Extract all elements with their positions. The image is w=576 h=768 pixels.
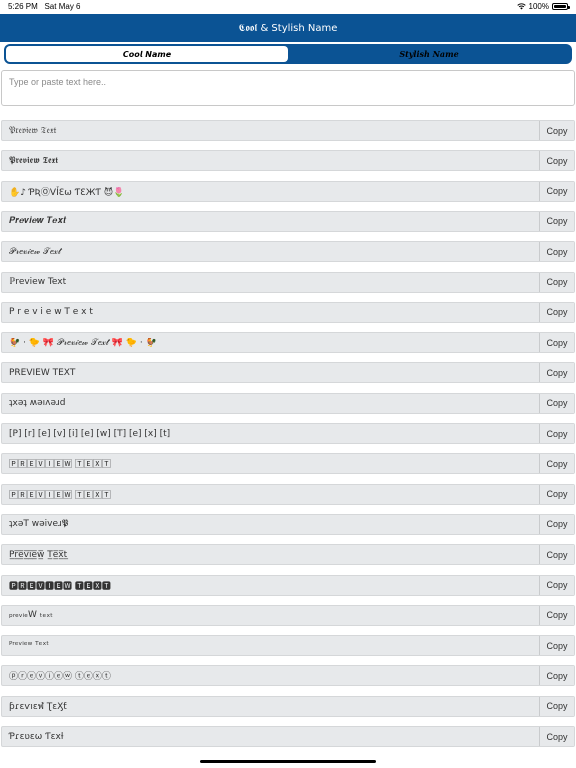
preview-text: [P] [r] [e] [v] [i] [e] [w] [T] [e] [x] …	[9, 428, 171, 439]
style-row: ✋♪ ƤƦⓄVỈƐω ƬƐЖƬ 😈🌷 Copy	[1, 180, 575, 202]
preview-text: P r e v i e w T e x t	[9, 307, 93, 318]
preview-text: ₚᵣₑᵥᵢₑW ₜₑₓₜ	[9, 610, 53, 621]
copy-button[interactable]: Copy	[539, 545, 574, 565]
preview-text: 𝑷𝒓𝒆𝒗𝒊𝒆𝒘 𝑻𝒆𝒙𝒕	[9, 216, 67, 227]
style-row: [P] [r] [e] [v] [i] [e] [w] [T] [e] [x] …	[1, 423, 575, 444]
copy-button[interactable]: Copy	[539, 696, 574, 716]
segmented-control: 𝘾𝙤𝙤𝙡 𝙉𝙖𝙢𝙚 𝑺𝒕𝒚𝒍𝒊𝒔𝒉 𝑵𝒂𝒎𝒆	[4, 44, 572, 64]
copy-button[interactable]: Copy	[539, 514, 574, 534]
style-row: 𝔓𝔯𝔢𝔳𝔦𝔢𝔴 𝔗𝔢𝔵𝔱 Copy	[1, 120, 575, 141]
copy-button[interactable]: Copy	[539, 424, 574, 443]
preview-text: ℙreview Text	[9, 277, 67, 287]
style-row: P r e v i e w T e x t Copy	[1, 301, 575, 323]
preview-text: 🄿🅁🄴🅅🄸🄴🅆 🅃🄴🅇🅃	[9, 490, 111, 501]
preview-text: ✋♪ ƤƦⓄVỈƐω ƬƐЖƬ 😈🌷	[9, 187, 125, 198]
copy-button[interactable]: Copy	[539, 575, 574, 595]
style-row: PREVIEW TEXT Copy	[1, 362, 575, 384]
preview-text: ᴾʳᵉᵛⁱᵉʷ ᵀᵉˣᵗ	[9, 640, 49, 651]
preview-text: ʇxǝT wǝiv𝖾ɹ𝕻	[9, 519, 69, 530]
text-input[interactable]: Type or paste text here..	[1, 70, 575, 106]
style-row: Ƥɾɛʋɛω Ƭɛxƚ Copy	[1, 726, 575, 747]
style-row: ƥɾɛѵıɛฬ ƮɛӼƭ Copy	[1, 695, 575, 717]
home-indicator	[200, 760, 376, 763]
status-indicators: 100%	[516, 2, 570, 11]
tab-cool-name[interactable]: 𝘾𝙤𝙤𝙡 𝙉𝙖𝙢𝙚	[6, 46, 288, 62]
status-bar: 5:26 PM Sat May 6 100%	[0, 0, 576, 14]
battery-icon	[552, 3, 570, 10]
copy-button[interactable]: Copy	[539, 636, 574, 656]
status-time: 5:26 PM	[8, 2, 38, 11]
copy-button[interactable]: Copy	[539, 393, 574, 413]
copy-button[interactable]: Copy	[539, 272, 574, 292]
copy-button[interactable]: Copy	[539, 333, 574, 353]
wifi-icon	[516, 3, 526, 10]
style-row: ℙreview Text Copy	[1, 271, 575, 293]
copy-button[interactable]: Copy	[539, 605, 574, 625]
copy-button[interactable]: Copy	[539, 121, 574, 140]
preview-text: 🅿🆁🅴🆅🅸🅴🆆 🆃🅴🆇🆃	[9, 581, 111, 592]
copy-button[interactable]: Copy	[539, 484, 574, 504]
copy-button[interactable]: Copy	[539, 242, 574, 262]
status-date: Sat May 6	[44, 2, 81, 11]
copy-button[interactable]: Copy	[539, 363, 574, 383]
preview-text: 🄿🅁🄴🅅🄸🄴🅆 🅃🄴🅇🅃	[9, 460, 111, 471]
style-row: 🅿🆁🅴🆅🅸🅴🆆 🆃🅴🆇🆃 Copy	[1, 574, 575, 596]
battery-percent: 100%	[528, 2, 549, 11]
nav-bar: 𝕮𝖔𝖔𝖑 & Stylish Name	[0, 14, 576, 42]
preview-text: 𝕻𝖗𝖊𝖛𝖎𝖊𝖜 𝕿𝖊𝖝𝖙	[9, 155, 58, 166]
preview-text: 🐓 · 🐤 🎀 𝒫𝓇𝑒𝓋𝒾𝑒𝓌 𝒯𝑒𝓍𝓉 🎀 🐤 · 🐓	[9, 337, 157, 348]
style-row: 𝑷𝒓𝒆𝒗𝒊𝒆𝒘 𝑻𝒆𝒙𝒕 Copy	[1, 210, 575, 232]
preview-text: ʇxǝʇ ʍǝıʌǝɹd	[9, 398, 66, 409]
copy-button[interactable]: Copy	[539, 151, 574, 171]
copy-button[interactable]: Copy	[539, 666, 574, 686]
status-time-date: 5:26 PM Sat May 6	[8, 2, 80, 11]
preview-text: Ƥɾɛʋɛω Ƭɛxƚ	[9, 731, 64, 742]
battery-fill	[554, 5, 566, 8]
nav-title: 𝕮𝖔𝖔𝖑 & Stylish Name	[238, 22, 338, 34]
preview-text: 𝒫𝓇𝑒𝓋𝒾𝑒𝓌 𝒯𝑒𝓍𝓉	[9, 246, 61, 257]
preview-text: 𝔓𝔯𝔢𝔳𝔦𝔢𝔴 𝔗𝔢𝔵𝔱	[9, 125, 57, 136]
style-row: ʇxǝʇ ʍǝıʌǝɹd Copy	[1, 392, 575, 414]
copy-button[interactable]: Copy	[539, 302, 574, 322]
preview-text: ƥɾɛѵıɛฬ ƮɛӼƭ	[9, 702, 67, 713]
style-row: P̲̅r̲̅e̲̅v̲̅i̲̅e̲̅w̲̅ T̲̅e̲̅x̲̅t̲̅ Copy	[1, 544, 575, 566]
tab-stylish-name[interactable]: 𝑺𝒕𝒚𝒍𝒊𝒔𝒉 𝑵𝒂𝒎𝒆	[288, 46, 570, 62]
style-row: 🄿🅁🄴🅅🄸🄴🅆 🅃🄴🅇🅃 Copy	[1, 483, 575, 505]
style-row: 🐓 · 🐤 🎀 𝒫𝓇𝑒𝓋𝒾𝑒𝓌 𝒯𝑒𝓍𝓉 🎀 🐤 · 🐓 Copy	[1, 332, 575, 354]
copy-button[interactable]: Copy	[539, 181, 574, 201]
preview-text: P̲̅r̲̅e̲̅v̲̅i̲̅e̲̅w̲̅ T̲̅e̲̅x̲̅t̲̅	[9, 549, 68, 560]
copy-button[interactable]: Copy	[539, 727, 574, 746]
style-row: ᴾʳᵉᵛⁱᵉʷ ᵀᵉˣᵗ Copy	[1, 635, 575, 657]
preview-text: PREVIEW TEXT	[9, 367, 76, 378]
style-row: ʇxǝT wǝiv𝖾ɹ𝕻 Copy	[1, 513, 575, 535]
style-row: ⓟⓡⓔⓥⓘⓔⓦ ⓣⓔⓧⓣ Copy	[1, 665, 575, 687]
copy-button[interactable]: Copy	[539, 454, 574, 474]
style-row: 𝒫𝓇𝑒𝓋𝒾𝑒𝓌 𝒯𝑒𝓍𝓉 Copy	[1, 241, 575, 263]
style-row: 𝕻𝖗𝖊𝖛𝖎𝖊𝖜 𝕿𝖊𝖝𝖙 Copy	[1, 150, 575, 172]
style-row: 🄿🅁🄴🅅🄸🄴🅆 🅃🄴🅇🅃 Copy	[1, 453, 575, 475]
style-row: ₚᵣₑᵥᵢₑW ₜₑₓₜ Copy	[1, 604, 575, 626]
preview-text: ⓟⓡⓔⓥⓘⓔⓦ ⓣⓔⓧⓣ	[9, 672, 111, 683]
copy-button[interactable]: Copy	[539, 211, 574, 231]
